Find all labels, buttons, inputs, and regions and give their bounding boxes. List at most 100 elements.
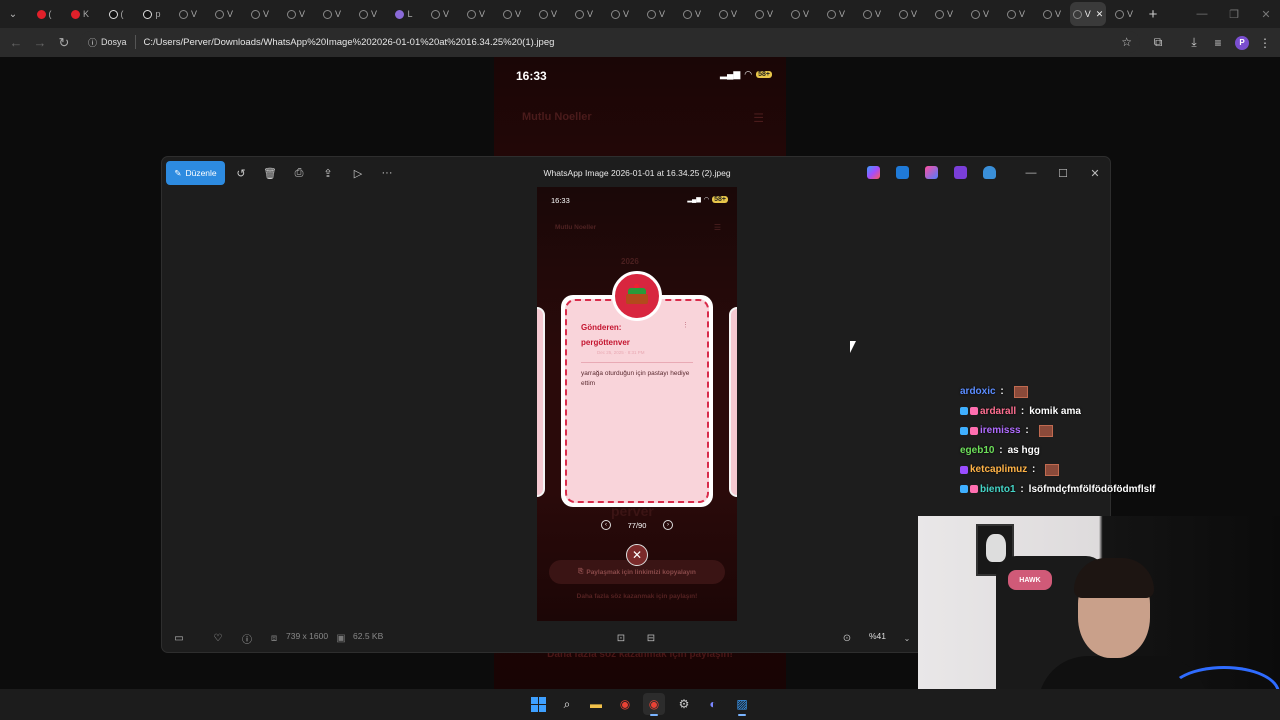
filmstrip-icon[interactable]: ▭ bbox=[171, 630, 187, 646]
photos-app-icon[interactable]: ▨ bbox=[731, 693, 753, 716]
file-size-icon: ▣ bbox=[336, 632, 346, 644]
chrome-active-icon[interactable]: ◉ bbox=[643, 693, 665, 716]
chat-username[interactable]: iremisss bbox=[980, 425, 1021, 436]
browser-tab[interactable]: V bbox=[674, 2, 710, 26]
paint-icon[interactable] bbox=[925, 166, 938, 179]
chat-message: ardoxic : bbox=[960, 382, 1280, 402]
bg-status-time: 16:33 bbox=[516, 69, 547, 83]
fit-window-icon[interactable]: ⊡ bbox=[613, 630, 629, 646]
photos-maximize-icon[interactable]: ☐ bbox=[1047, 157, 1079, 189]
favorite-heart-icon[interactable]: ♡ bbox=[210, 630, 226, 646]
tab-strip: (K(p V V V V V V L V V V V V V V V V V V V V V V V V V V ✕ V bbox=[26, 2, 1142, 26]
browser-tab[interactable]: ( bbox=[26, 2, 62, 26]
tab-label: V bbox=[550, 9, 557, 19]
browser-tab[interactable]: V bbox=[602, 2, 638, 26]
actual-size-icon[interactable]: ⊟ bbox=[643, 630, 659, 646]
reload-icon[interactable]: ↻ bbox=[52, 31, 76, 55]
browser-tab[interactable]: V bbox=[530, 2, 566, 26]
chat-username[interactable]: ardarall bbox=[980, 406, 1016, 417]
discord-icon[interactable]: ◐ bbox=[702, 693, 724, 715]
close-icon[interactable]: ✕ bbox=[1250, 0, 1280, 28]
forward-icon[interactable]: → bbox=[28, 31, 52, 55]
tab-close-icon[interactable]: ✕ bbox=[1096, 9, 1104, 20]
tab-label: V bbox=[910, 9, 917, 19]
edit-button[interactable]: ✎ Düzenle bbox=[166, 161, 225, 185]
browser-tab[interactable]: V bbox=[890, 2, 926, 26]
site-info-chip[interactable]: ⓘ Dosya bbox=[80, 35, 136, 49]
browser-tab[interactable]: V bbox=[638, 2, 674, 26]
more-options-icon[interactable]: ··· bbox=[377, 163, 397, 183]
browser-tab[interactable]: V bbox=[350, 2, 386, 26]
chat-text: as hgg bbox=[1007, 444, 1040, 456]
browser-tab[interactable]: V bbox=[170, 2, 206, 26]
chair-logo: HAWK bbox=[1008, 570, 1052, 590]
delete-icon[interactable]: 🗑 bbox=[260, 163, 280, 183]
browser-tab[interactable]: V bbox=[782, 2, 818, 26]
copilot-icon[interactable] bbox=[867, 166, 880, 179]
zoom-fit-icon[interactable]: ⊙ bbox=[839, 630, 855, 646]
next-card bbox=[729, 307, 737, 497]
chat-username[interactable]: egeb10 bbox=[960, 445, 994, 456]
globe-icon bbox=[862, 9, 872, 19]
browser-tab[interactable]: V bbox=[494, 2, 530, 26]
start-icon[interactable] bbox=[527, 693, 549, 715]
browser-tab[interactable]: ( bbox=[98, 2, 134, 26]
chat-username[interactable]: biento1 bbox=[980, 484, 1016, 495]
designer-icon[interactable] bbox=[896, 166, 909, 179]
onedrive-icon[interactable] bbox=[983, 166, 996, 179]
tab-label: V bbox=[658, 9, 665, 19]
zoom-level[interactable]: %41 bbox=[869, 631, 886, 641]
browser-tab[interactable]: V bbox=[998, 2, 1034, 26]
print-icon[interactable]: ⎙ bbox=[289, 163, 309, 183]
browser-tab[interactable]: V bbox=[242, 2, 278, 26]
clipchamp-icon[interactable] bbox=[954, 166, 967, 179]
browser-tab[interactable]: V bbox=[566, 2, 602, 26]
browser-tab[interactable]: V bbox=[314, 2, 350, 26]
browser-tab[interactable]: K bbox=[62, 2, 98, 26]
download-icon[interactable]: ⤓ bbox=[1182, 35, 1206, 50]
file-info-icon[interactable]: ⓘ bbox=[239, 630, 255, 646]
address-bar[interactable]: ⓘ Dosya C:/Users/Perver/Downloads/WhatsA… bbox=[80, 31, 1140, 53]
photos-minimize-icon[interactable]: — bbox=[1015, 157, 1047, 189]
browser-tab[interactable]: V bbox=[710, 2, 746, 26]
browser-tab[interactable]: V bbox=[746, 2, 782, 26]
tab-label: V bbox=[478, 9, 485, 19]
minimize-icon[interactable]: — bbox=[1186, 0, 1218, 28]
chat-username[interactable]: ardoxic bbox=[960, 386, 996, 397]
share-icon[interactable]: ⇪ bbox=[318, 163, 338, 183]
profile-avatar[interactable]: P bbox=[1235, 35, 1249, 50]
media-control-icon[interactable]: ≡ bbox=[1206, 36, 1230, 50]
browser-tab[interactable]: V bbox=[458, 2, 494, 26]
browser-tab[interactable]: p bbox=[134, 2, 170, 26]
zoom-dropdown-icon[interactable]: ⌄ bbox=[899, 630, 915, 646]
menu-kebab-icon[interactable]: ⋮ bbox=[1253, 36, 1277, 50]
next-arrow-icon: › bbox=[663, 520, 673, 530]
browser-tab[interactable]: V bbox=[854, 2, 890, 26]
browser-tab[interactable]: V bbox=[818, 2, 854, 26]
taskbar-search-icon[interactable]: ⌕ bbox=[556, 693, 578, 715]
file-explorer-icon[interactable]: ▬ bbox=[585, 693, 607, 715]
new-tab-button[interactable]: + bbox=[1142, 6, 1164, 23]
browser-tab[interactable]: V bbox=[1034, 2, 1070, 26]
browser-tab[interactable]: V bbox=[278, 2, 314, 26]
browser-tab[interactable]: L bbox=[386, 2, 422, 26]
browser-tab[interactable]: V bbox=[422, 2, 458, 26]
browser-tab[interactable]: V bbox=[962, 2, 998, 26]
rotate-icon[interactable]: ↺ bbox=[231, 163, 251, 183]
bookmark-star-icon[interactable]: ☆ bbox=[1121, 35, 1132, 49]
browser-tab[interactable]: V ✕ bbox=[1070, 2, 1106, 26]
settings-icon[interactable]: ⚙ bbox=[673, 693, 695, 715]
globe-icon bbox=[358, 9, 368, 19]
slideshow-icon[interactable]: ▷ bbox=[348, 163, 368, 183]
tab-search-button[interactable]: ⌄ bbox=[0, 0, 26, 28]
restore-icon[interactable]: ❐ bbox=[1218, 0, 1250, 28]
browser-tab[interactable]: V bbox=[926, 2, 962, 26]
browser-tab[interactable]: V bbox=[1106, 2, 1142, 26]
extensions-icon[interactable]: ⧉ bbox=[1146, 35, 1170, 50]
back-icon[interactable]: ← bbox=[4, 31, 28, 55]
photo-canvas[interactable]: 16:33 ▂▄▆ ◠ 58+ Mutlu Noeller ☰ 2026 Gön… bbox=[537, 187, 737, 621]
photos-close-icon[interactable]: ✕ bbox=[1079, 157, 1110, 189]
browser-tab[interactable]: V bbox=[206, 2, 242, 26]
chrome-icon[interactable]: ◉ bbox=[614, 693, 636, 715]
chat-username[interactable]: ketcaplimuz bbox=[970, 464, 1027, 475]
